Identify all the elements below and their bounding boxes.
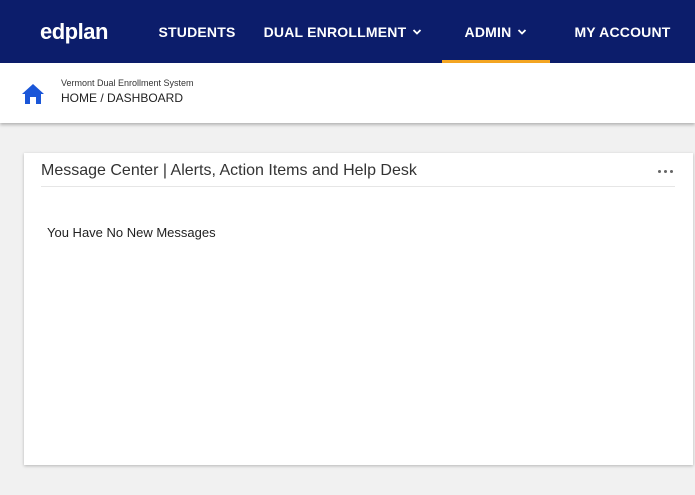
message-center-card: Message Center | Alerts, Action Items an… xyxy=(24,153,693,465)
card-title: Message Center | Alerts, Action Items an… xyxy=(41,162,417,179)
breadcrumb-bar: Vermont Dual Enrollment System HOME / DA… xyxy=(0,63,695,123)
top-navigation-bar: edplan STUDENTS DUAL ENROLLMENT ADMIN MY… xyxy=(0,0,695,63)
nav-item-students[interactable]: STUDENTS xyxy=(150,0,244,63)
nav-item-admin[interactable]: ADMIN xyxy=(442,0,550,63)
nav-item-dual-enrollment[interactable]: DUAL ENROLLMENT xyxy=(244,0,442,63)
chevron-down-icon xyxy=(413,28,422,35)
more-options-button[interactable] xyxy=(653,163,677,179)
breadcrumb-path[interactable]: HOME / DASHBOARD xyxy=(61,90,194,106)
nav-item-label: DUAL ENROLLMENT xyxy=(263,23,407,40)
nav-item-my-account[interactable]: MY ACCOUNT xyxy=(550,0,695,63)
system-name: Vermont Dual Enrollment System xyxy=(61,78,194,88)
nav-item-label: MY ACCOUNT xyxy=(574,23,671,40)
nav-item-label: STUDENTS xyxy=(158,23,236,40)
card-header: Message Center | Alerts, Action Items an… xyxy=(41,153,675,187)
nav-item-label: ADMIN xyxy=(464,23,512,40)
edplan-logo[interactable]: edplan xyxy=(0,0,150,63)
more-horizontal-icon xyxy=(663,169,667,173)
home-icon[interactable] xyxy=(21,83,45,105)
more-horizontal-icon xyxy=(669,169,673,173)
more-horizontal-icon xyxy=(657,169,661,173)
empty-messages-text: You Have No New Messages xyxy=(47,225,216,240)
breadcrumb: Vermont Dual Enrollment System HOME / DA… xyxy=(61,77,194,106)
chevron-down-icon xyxy=(518,28,527,35)
